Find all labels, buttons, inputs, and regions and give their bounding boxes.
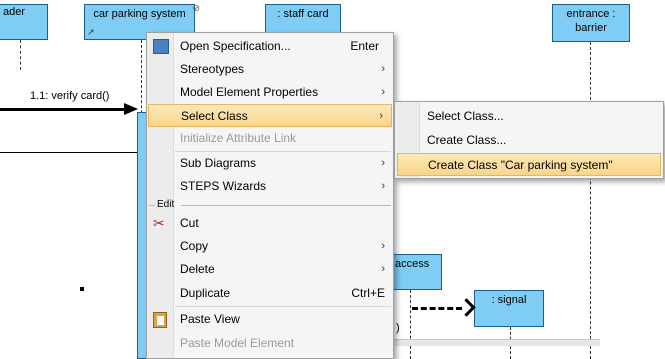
menu-item-stereotypes[interactable]: Stereotypes › bbox=[147, 58, 393, 81]
menu-item-initialize-attribute-link[interactable]: Initialize Attribute Link bbox=[147, 127, 393, 150]
menu-item-label: Stereotypes bbox=[180, 62, 245, 76]
clipboard-icon bbox=[153, 312, 167, 328]
submenu-arrow-icon: › bbox=[379, 110, 383, 122]
menu-item-label: Duplicate bbox=[180, 286, 231, 300]
lifeline-label-line2: barrier bbox=[575, 22, 607, 34]
submenu-arrow-icon: › bbox=[381, 240, 385, 252]
submenu-arrow-icon: › bbox=[381, 180, 385, 192]
menu-item-steps-wizards[interactable]: STEPS Wizards › bbox=[147, 175, 393, 198]
lifeline-label: : staff card bbox=[277, 8, 329, 20]
menu-item-model-element-properties[interactable]: Model Element Properties › bbox=[147, 81, 393, 104]
lifeline-card-reader[interactable]: ader bbox=[0, 4, 48, 40]
arrowhead-icon bbox=[457, 298, 476, 317]
resize-handle-icon[interactable]: ⊘ bbox=[192, 1, 200, 15]
context-menu: Open Specification... Enter Stereotypes … bbox=[146, 32, 394, 359]
specification-icon bbox=[153, 39, 169, 54]
frame-line bbox=[0, 152, 148, 153]
menu-item-label: Create Class... bbox=[427, 133, 507, 147]
menu-section-label: Edit bbox=[157, 199, 175, 210]
submenu-item-select-class[interactable]: Select Class... bbox=[395, 105, 663, 128]
lifeline-dash bbox=[20, 40, 21, 70]
menu-item-paste-model-element[interactable]: Paste Model Element bbox=[147, 332, 393, 355]
menu-item-cut[interactable]: ✂ Cut bbox=[147, 212, 393, 235]
menu-item-label: Sub Diagrams bbox=[180, 156, 257, 170]
lifeline-dash bbox=[410, 290, 411, 359]
message-verify-card[interactable] bbox=[0, 103, 140, 115]
menu-item-label: Model Element Properties bbox=[180, 85, 319, 99]
link-corner-icon: ↗ bbox=[87, 27, 95, 37]
menu-item-copy[interactable]: Copy › bbox=[147, 235, 393, 258]
menu-item-label: Create Class "Car parking system" bbox=[428, 158, 613, 172]
menu-item-shortcut: Enter bbox=[350, 39, 379, 53]
lifeline-label: ader bbox=[3, 6, 26, 18]
select-class-submenu: Select Class... Create Class... Create C… bbox=[394, 101, 664, 179]
menu-item-sub-diagrams[interactable]: Sub Diagrams › bbox=[147, 152, 393, 175]
menu-separator bbox=[175, 306, 391, 307]
menu-item-label: Delete bbox=[180, 262, 215, 276]
lifeline-label-line1: entrance : bbox=[566, 8, 616, 20]
menu-item-select-class[interactable]: Select Class › bbox=[148, 104, 392, 127]
submenu-item-create-class[interactable]: Create Class... bbox=[395, 129, 663, 152]
lifeline-label: : signal bbox=[491, 294, 527, 306]
submenu-arrow-icon: › bbox=[381, 63, 385, 75]
message-create-signal[interactable] bbox=[412, 298, 476, 317]
menu-item-label: Paste View bbox=[180, 312, 240, 326]
message-label: ) bbox=[396, 322, 400, 334]
menu-item-shortcut: Ctrl+E bbox=[351, 286, 385, 300]
menu-item-open-specification[interactable]: Open Specification... Enter bbox=[147, 35, 393, 58]
menu-item-label: Cut bbox=[180, 216, 199, 230]
menu-item-label: STEPS Wizards bbox=[180, 179, 267, 193]
menu-item-label: Open Specification... bbox=[180, 39, 291, 53]
menu-item-label: Initialize Attribute Link bbox=[180, 131, 297, 145]
submenu-arrow-icon: › bbox=[381, 157, 385, 169]
menu-item-paste-view[interactable]: Paste View bbox=[147, 308, 393, 331]
scissors-icon: ✂ bbox=[153, 215, 165, 231]
lifeline-entrance-barrier[interactable]: entrance : barrier bbox=[552, 4, 630, 42]
selection-handle[interactable] bbox=[80, 287, 84, 291]
submenu-arrow-icon: › bbox=[381, 86, 385, 98]
menu-item-label: Paste Model Element bbox=[180, 336, 295, 350]
arrowhead-icon bbox=[124, 103, 138, 115]
menu-item-label: Select Class bbox=[181, 109, 248, 123]
submenu-arrow-icon: › bbox=[381, 263, 385, 275]
menu-item-label: Select Class... bbox=[427, 109, 504, 123]
menu-item-delete[interactable]: Delete › bbox=[147, 258, 393, 281]
menu-item-duplicate[interactable]: Duplicate Ctrl+E bbox=[147, 282, 393, 305]
submenu-item-create-class-car-parking-system[interactable]: Create Class "Car parking system" bbox=[397, 153, 661, 176]
lifeline-label: car parking system bbox=[93, 8, 186, 20]
message-label: 1.1: verify card() bbox=[30, 90, 110, 102]
menu-section-edit: Edit bbox=[147, 198, 393, 212]
menu-item-label: Copy bbox=[180, 239, 209, 253]
lifeline-label: access bbox=[395, 258, 430, 270]
lifeline-dash bbox=[590, 42, 591, 359]
lifeline-signal[interactable]: : signal bbox=[474, 290, 544, 327]
